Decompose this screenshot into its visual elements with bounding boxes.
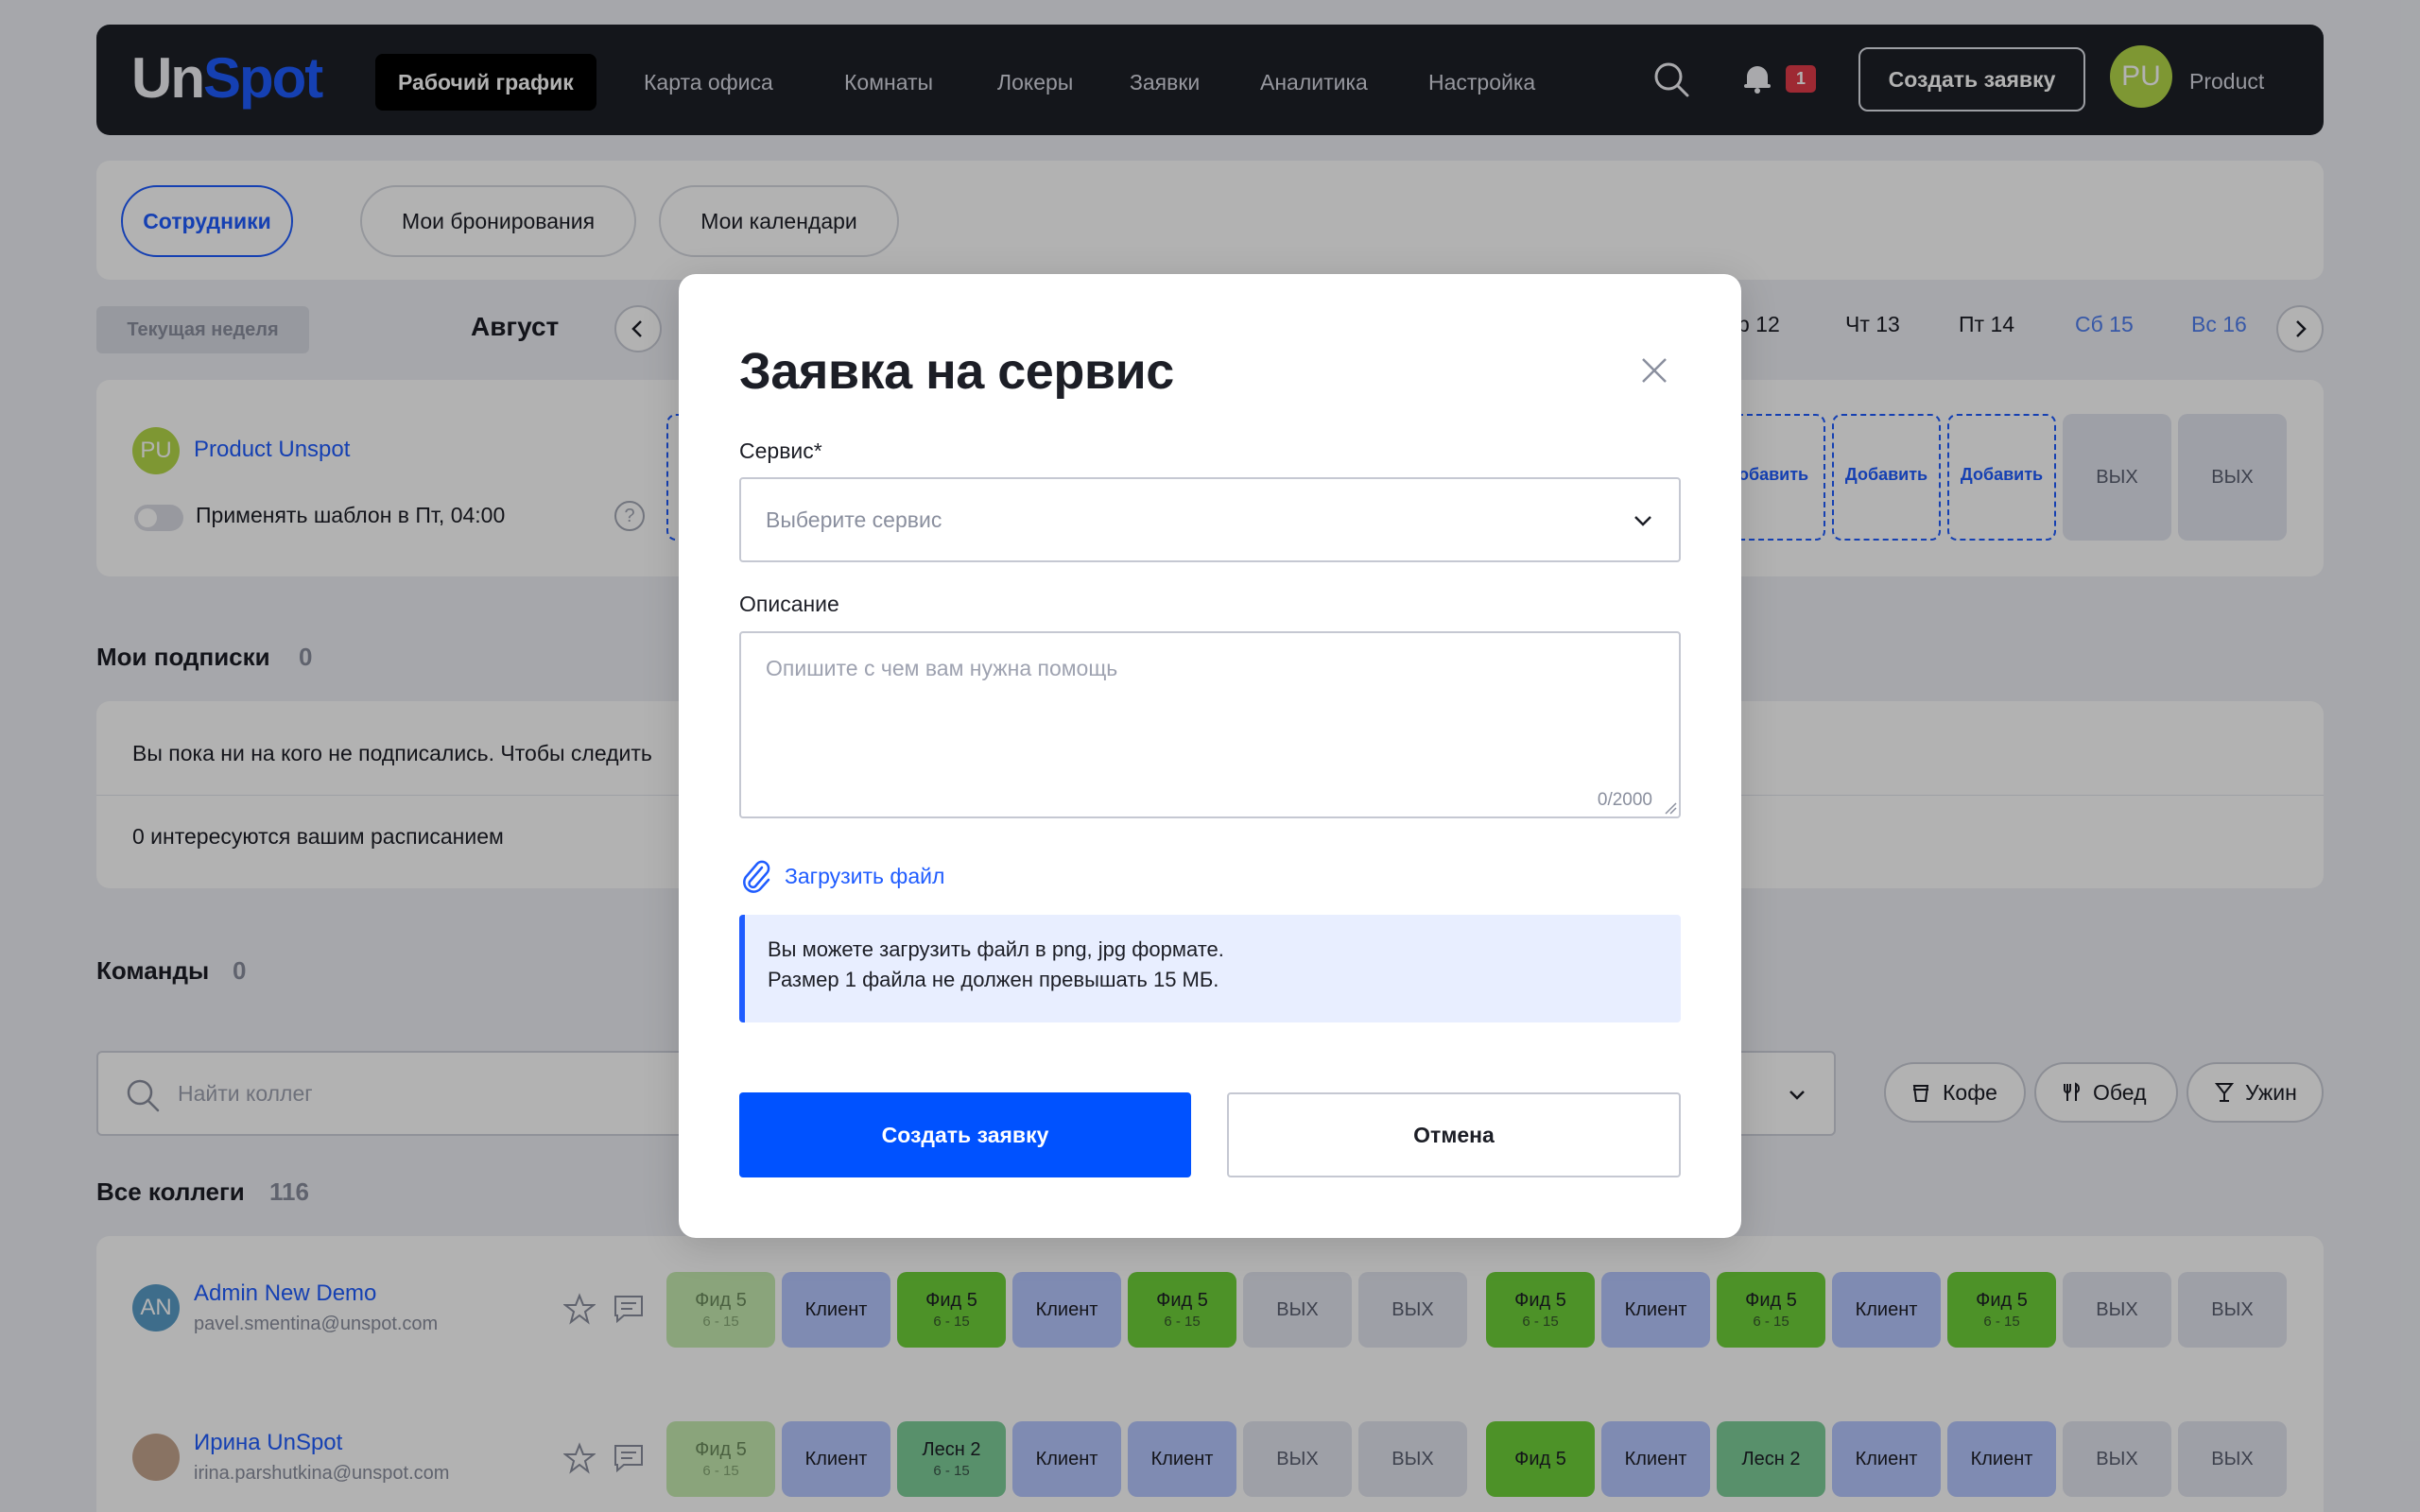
description-textarea[interactable]: Опишите с чем вам нужна помощь 0/2000: [739, 631, 1681, 818]
info-line: Вы можете загрузить файл в png, jpg форм…: [768, 937, 1224, 961]
app-page: UnSpot Рабочий график Карта офиса Комнат…: [0, 0, 2420, 1512]
char-counter: 0/2000: [1597, 790, 1652, 810]
modal-title: Заявка на сервис: [739, 343, 1174, 400]
paperclip-icon: [743, 860, 770, 893]
close-icon[interactable]: [1634, 350, 1675, 391]
submit-request-button[interactable]: Создать заявку: [739, 1092, 1191, 1177]
description-label: Описание: [739, 592, 839, 616]
cancel-button[interactable]: Отмена: [1227, 1092, 1681, 1177]
service-label: Сервис*: [739, 438, 822, 463]
service-placeholder: Выберите сервис: [766, 507, 942, 532]
chevron-down-icon: [1634, 516, 1651, 526]
upload-file-label: Загрузить файл: [785, 864, 945, 888]
service-select[interactable]: Выберите сервис: [739, 477, 1681, 562]
description-placeholder: Опишите с чем вам нужна помощь: [766, 656, 1118, 680]
resize-handle-icon[interactable]: [1664, 801, 1677, 815]
info-line: Размер 1 файла не должен превышать 15 МБ…: [768, 968, 1219, 991]
service-request-modal: Заявка на сервис Сервис* Выберите сервис…: [679, 274, 1741, 1238]
file-info-notice: Вы можете загрузить файл в png, jpg форм…: [739, 915, 1681, 1022]
